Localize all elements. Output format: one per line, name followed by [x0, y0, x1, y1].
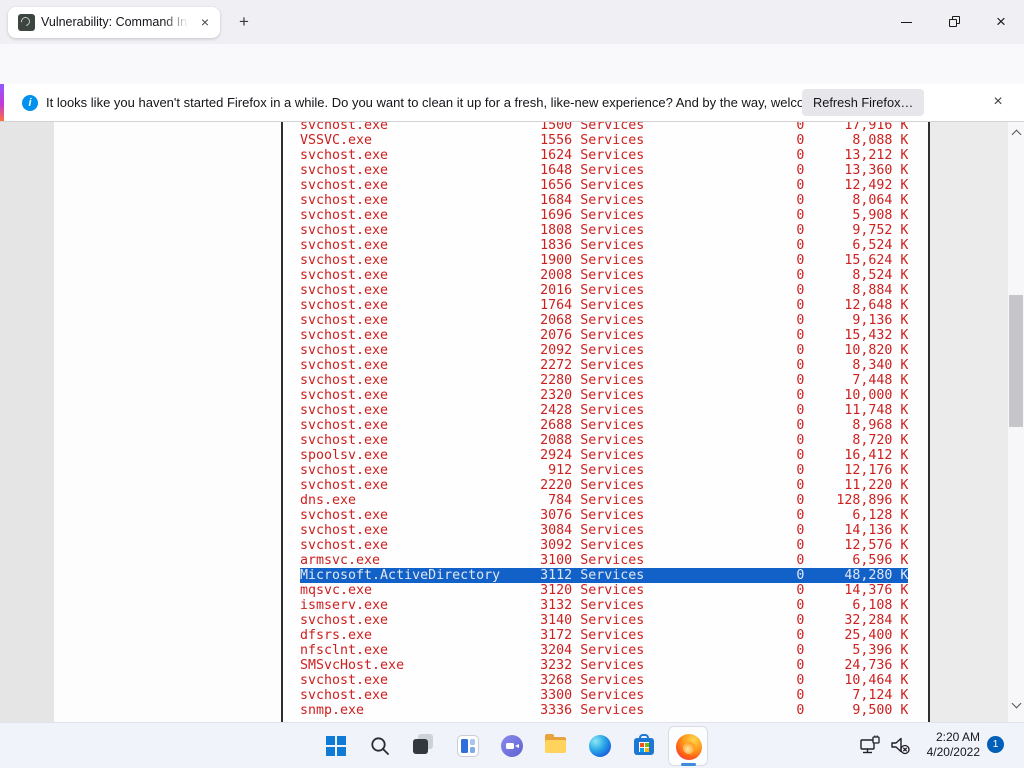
notification-close-icon[interactable]: × — [988, 92, 1008, 112]
taskbar-task-view-button[interactable] — [404, 726, 444, 766]
browser-tab-bar: Vulnerability: Command Injecti × + × — [0, 0, 1024, 44]
clock-date: 4/20/2022 — [912, 745, 980, 760]
process-row: svchost.exe 912 Services 0 12,176 K — [300, 463, 928, 478]
browser-toolbar: ← → ↻ 10.10.1.22:8080/dvwa/vulnerabiliti… — [0, 44, 1024, 84]
info-icon: i — [22, 95, 38, 111]
page-scrollbar[interactable] — [1008, 122, 1024, 722]
notification-accent-stripe — [0, 84, 4, 121]
process-row: dns.exe 784 Services 0 128,896 K — [300, 493, 928, 508]
process-row: svchost.exe 1624 Services 0 13,212 K — [300, 148, 928, 163]
minimize-icon — [901, 22, 912, 23]
tray-network-icon[interactable] — [858, 734, 882, 758]
tab-title-fade — [163, 13, 195, 33]
window-close-button[interactable]: × — [986, 11, 1016, 33]
process-row: svchost.exe 1900 Services 0 15,624 K — [300, 253, 928, 268]
process-row: svchost.exe 2068 Services 0 9,136 K — [300, 313, 928, 328]
process-row: svchost.exe 3092 Services 0 12,576 K — [300, 538, 928, 553]
process-row: svchost.exe 2008 Services 0 8,524 K — [300, 268, 928, 283]
taskbar-firefox-button[interactable] — [668, 726, 708, 766]
notification-message: It looks like you haven't started Firefo… — [46, 95, 857, 110]
taskbar-file-explorer-button[interactable] — [536, 726, 576, 766]
process-output: svchost.exe 1500 Services 0 17,916 KVSSV… — [300, 122, 928, 718]
process-row: svchost.exe 3084 Services 0 14,136 K — [300, 523, 928, 538]
taskbar-widgets-button[interactable] — [448, 726, 488, 766]
process-row: mqsvc.exe 3120 Services 0 14,376 K — [300, 583, 928, 598]
active-app-indicator — [681, 763, 696, 766]
process-row: svchost.exe 1648 Services 0 13,360 K — [300, 163, 928, 178]
dvwa-favicon-icon — [18, 14, 35, 31]
windows-taskbar: 2:20 AM 4/20/2022 1 — [0, 722, 1024, 768]
taskbar-chat-button[interactable] — [492, 726, 532, 766]
chat-icon — [501, 735, 523, 757]
process-row: svchost.exe 1656 Services 0 12,492 K — [300, 178, 928, 193]
process-row: svchost.exe 1500 Services 0 17,916 K — [300, 122, 928, 133]
process-row: spoolsv.exe 2924 Services 0 16,412 K — [300, 448, 928, 463]
window-restore-button[interactable] — [939, 11, 969, 33]
widgets-icon — [457, 735, 479, 757]
process-row: svchost.exe 1696 Services 0 5,908 K — [300, 208, 928, 223]
command-output-box: svchost.exe 1500 Services 0 17,916 KVSSV… — [281, 122, 930, 722]
scroll-up-button[interactable] — [1011, 130, 1021, 140]
firefox-icon — [676, 734, 702, 760]
tray-volume-muted-icon[interactable] — [888, 734, 912, 758]
taskbar-edge-button[interactable] — [580, 726, 620, 766]
process-row: svchost.exe 3140 Services 0 32,284 K — [300, 613, 928, 628]
process-row: svchost.exe 2092 Services 0 10,820 K — [300, 343, 928, 358]
process-row: ismserv.exe 3132 Services 0 6,108 K — [300, 598, 928, 613]
process-row: svchost.exe 2016 Services 0 8,884 K — [300, 283, 928, 298]
notification-count-badge[interactable]: 1 — [987, 736, 1004, 753]
taskbar-start-button[interactable] — [316, 726, 356, 766]
process-row: dfsrs.exe 3172 Services 0 25,400 K — [300, 628, 928, 643]
page-background-right — [930, 122, 1008, 722]
process-row: armsvc.exe 3100 Services 0 6,596 K — [300, 553, 928, 568]
process-row: SMSvcHost.exe 3232 Services 0 24,736 K — [300, 658, 928, 673]
process-row: snmp.exe 3336 Services 0 9,500 K — [300, 703, 928, 718]
process-row: svchost.exe 3076 Services 0 6,128 K — [300, 508, 928, 523]
browser-tab[interactable]: Vulnerability: Command Injecti × — [8, 7, 220, 38]
process-row: nfsclnt.exe 3204 Services 0 5,396 K — [300, 643, 928, 658]
process-row: svchost.exe 1836 Services 0 6,524 K — [300, 238, 928, 253]
page-content: svchost.exe 1500 Services 0 17,916 KVSSV… — [0, 122, 1008, 722]
scroll-down-button[interactable] — [1011, 699, 1021, 709]
refresh-firefox-button[interactable]: Refresh Firefox… — [802, 89, 924, 116]
process-row: svchost.exe 3300 Services 0 7,124 K — [300, 688, 928, 703]
new-tab-button[interactable]: + — [233, 11, 255, 33]
process-row: svchost.exe 2280 Services 0 7,448 K — [300, 373, 928, 388]
edge-icon — [589, 735, 611, 757]
taskbar-store-button[interactable] — [624, 726, 664, 766]
process-row: svchost.exe 3268 Services 0 10,464 K — [300, 673, 928, 688]
process-row: svchost.exe 2076 Services 0 15,432 K — [300, 328, 928, 343]
windows-logo-icon — [326, 736, 346, 756]
window-minimize-button[interactable] — [891, 11, 921, 33]
taskbar-search-button[interactable] — [360, 726, 400, 766]
process-row: VSSVC.exe 1556 Services 0 8,088 K — [300, 133, 928, 148]
process-row: svchost.exe 2428 Services 0 11,748 K — [300, 403, 928, 418]
process-row: svchost.exe 1684 Services 0 8,064 K — [300, 193, 928, 208]
taskbar-clock[interactable]: 2:20 AM 4/20/2022 — [912, 730, 980, 760]
scrollbar-thumb[interactable] — [1009, 295, 1023, 427]
process-row: Microsoft.ActiveDirectory 3112 Services … — [300, 568, 928, 583]
process-row: svchost.exe 2320 Services 0 10,000 K — [300, 388, 928, 403]
page-background-left — [0, 122, 54, 722]
process-row: svchost.exe 1808 Services 0 9,752 K — [300, 223, 928, 238]
notification-bar: i It looks like you haven't started Fire… — [0, 84, 1024, 122]
process-row: svchost.exe 2220 Services 0 11,220 K — [300, 478, 928, 493]
process-row: svchost.exe 2272 Services 0 8,340 K — [300, 358, 928, 373]
clock-time: 2:20 AM — [912, 730, 980, 745]
search-icon — [369, 735, 391, 757]
process-row: svchost.exe 2688 Services 0 8,968 K — [300, 418, 928, 433]
process-row: svchost.exe 1764 Services 0 12,648 K — [300, 298, 928, 313]
process-row: svchost.exe 2088 Services 0 8,720 K — [300, 433, 928, 448]
tab-close-icon[interactable]: × — [196, 14, 214, 32]
